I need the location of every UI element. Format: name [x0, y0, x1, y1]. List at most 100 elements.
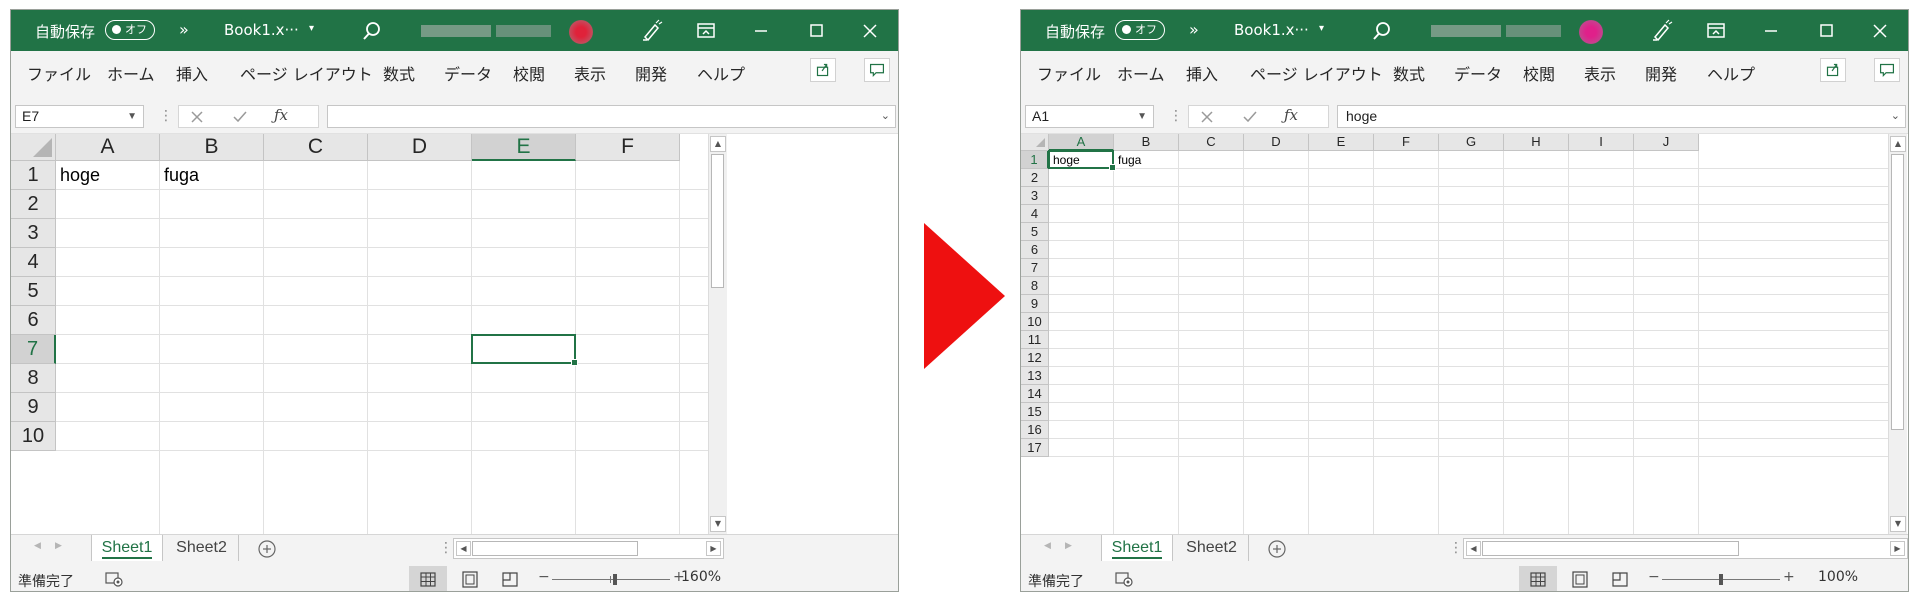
vertical-scrollbar[interactable]: ▲ ▼: [1888, 134, 1907, 534]
page-break-view-icon[interactable]: [491, 566, 529, 592]
comment-icon[interactable]: [1874, 58, 1900, 82]
sheet-nav-next[interactable]: ▶: [55, 541, 62, 551]
vertical-scrollbar[interactable]: ▲ ▼: [708, 134, 727, 534]
search-icon[interactable]: [1371, 20, 1393, 42]
autosave-toggle[interactable]: オフ: [105, 20, 155, 40]
row-header-17[interactable]: 17: [1021, 439, 1049, 457]
minimize-icon[interactable]: [748, 18, 774, 44]
column-header-e[interactable]: E: [1309, 134, 1374, 151]
tab-help[interactable]: ヘルプ: [697, 61, 745, 85]
column-header-g[interactable]: G: [1439, 134, 1504, 151]
user-account-blurred[interactable]: [1431, 20, 1591, 44]
maximize-icon[interactable]: [1813, 18, 1839, 44]
tab-file[interactable]: ファイル: [1037, 61, 1101, 85]
name-box[interactable]: A1 ▼: [1025, 105, 1154, 128]
scroll-thumb[interactable]: [1891, 154, 1904, 430]
chevron-down-icon[interactable]: ▾: [1319, 23, 1324, 34]
tab-file[interactable]: ファイル: [27, 61, 91, 85]
row-header-11[interactable]: 11: [1021, 331, 1049, 349]
tab-page-layout[interactable]: ページ レイアウト: [1250, 61, 1383, 85]
tab-split-handle[interactable]: ⋮: [439, 540, 453, 556]
user-account-blurred[interactable]: [421, 20, 581, 44]
scroll-up-button[interactable]: ▲: [710, 136, 726, 152]
fx-icon[interactable]: ƒx: [274, 106, 288, 124]
pen-icon[interactable]: [638, 18, 664, 44]
zoom-level[interactable]: 160%: [681, 569, 721, 585]
row-header-13[interactable]: 13: [1021, 367, 1049, 385]
fill-handle[interactable]: [571, 359, 578, 366]
active-cell-selection[interactable]: [471, 334, 578, 366]
close-icon[interactable]: [1867, 18, 1893, 44]
row-header-6[interactable]: 6: [11, 306, 56, 335]
tab-page-layout[interactable]: ページ レイアウト: [240, 61, 373, 85]
file-name[interactable]: Book1.x···: [1234, 21, 1309, 39]
zoom-level[interactable]: 100%: [1818, 569, 1858, 585]
select-all-corner[interactable]: [1021, 134, 1049, 151]
horizontal-scrollbar[interactable]: ◀ ▶: [1463, 538, 1908, 559]
tab-review[interactable]: 校閲: [1523, 61, 1555, 85]
scroll-down-button[interactable]: ▼: [1890, 516, 1906, 532]
active-cell-selection[interactable]: [1048, 150, 1116, 171]
page-layout-view-icon[interactable]: [1561, 566, 1599, 592]
tab-insert[interactable]: 挿入: [176, 61, 208, 85]
row-header-5[interactable]: 5: [11, 277, 56, 306]
tab-review[interactable]: 校閲: [513, 61, 545, 85]
formula-bar-resize-handle[interactable]: ⋮: [159, 108, 173, 124]
share-icon[interactable]: [1820, 58, 1846, 82]
chevron-down-icon[interactable]: ⌄: [881, 106, 890, 127]
fill-handle[interactable]: [1109, 164, 1116, 171]
horizontal-scrollbar[interactable]: ◀ ▶: [453, 538, 724, 559]
sheet-nav-prev[interactable]: ◀: [34, 541, 41, 551]
select-all-corner[interactable]: [11, 134, 56, 161]
row-header-14[interactable]: 14: [1021, 385, 1049, 403]
chevron-down-icon[interactable]: ⌄: [1891, 106, 1900, 127]
autosave-toggle[interactable]: オフ: [1115, 20, 1165, 40]
row-header-8[interactable]: 8: [11, 364, 56, 393]
scroll-thumb[interactable]: [711, 154, 724, 288]
sheet-tab-sheet1[interactable]: Sheet1: [1101, 535, 1173, 561]
cell-a1[interactable]: hoge: [60, 161, 100, 190]
name-box[interactable]: E7 ▼: [15, 105, 144, 128]
row-header-10[interactable]: 10: [1021, 313, 1049, 331]
macro-record-icon[interactable]: [1115, 571, 1133, 587]
scroll-left-button[interactable]: ◀: [1466, 541, 1481, 556]
comment-icon[interactable]: [864, 58, 890, 82]
fx-icon[interactable]: ƒx: [1284, 106, 1298, 124]
formula-input[interactable]: hoge ⌄: [1337, 105, 1906, 128]
row-header-1[interactable]: 1: [11, 161, 56, 190]
row-header-5[interactable]: 5: [1021, 223, 1049, 241]
pen-icon[interactable]: [1648, 18, 1674, 44]
plus-circle-icon[interactable]: [1267, 539, 1287, 559]
tab-view[interactable]: 表示: [1584, 61, 1616, 85]
normal-view-icon[interactable]: [1519, 566, 1557, 592]
scroll-right-button[interactable]: ▶: [1890, 541, 1905, 556]
zoom-slider[interactable]: [552, 574, 670, 585]
column-header-b[interactable]: B: [1114, 134, 1179, 151]
formula-bar-resize-handle[interactable]: ⋮: [1169, 108, 1183, 124]
macro-record-icon[interactable]: [105, 571, 123, 587]
minimize-icon[interactable]: [1758, 18, 1784, 44]
cell-b1[interactable]: fuga: [164, 161, 199, 190]
row-header-4[interactable]: 4: [1021, 205, 1049, 223]
cancel-icon[interactable]: [1199, 109, 1215, 125]
tab-home[interactable]: ホーム: [107, 61, 155, 85]
sheet-nav-prev[interactable]: ◀: [1044, 541, 1051, 551]
ribbon-display-icon[interactable]: [1703, 18, 1729, 44]
column-header-a[interactable]: A: [56, 134, 160, 161]
chevron-down-icon[interactable]: ▼: [1137, 106, 1147, 127]
chevron-down-icon[interactable]: ▼: [127, 106, 137, 127]
column-header-h[interactable]: H: [1504, 134, 1569, 151]
row-header-3[interactable]: 3: [1021, 187, 1049, 205]
row-header-4[interactable]: 4: [11, 248, 56, 277]
column-header-b[interactable]: B: [160, 134, 264, 161]
row-header-7[interactable]: 7: [1021, 259, 1049, 277]
plus-circle-icon[interactable]: [257, 539, 277, 559]
row-header-9[interactable]: 9: [11, 393, 56, 422]
column-header-f[interactable]: F: [1374, 134, 1439, 151]
scroll-left-button[interactable]: ◀: [456, 541, 471, 556]
tab-formulas[interactable]: 数式: [383, 61, 415, 85]
tab-developer[interactable]: 開発: [635, 61, 667, 85]
row-header-1[interactable]: 1: [1021, 151, 1049, 169]
zoom-slider-knob[interactable]: [1719, 574, 1723, 585]
worksheet-grid[interactable]: A B C D E F G H I J 1 2 3 4 5 6 7 8 9 10 11 12 13 14 15 16 17 hoge f…: [1021, 134, 1888, 534]
